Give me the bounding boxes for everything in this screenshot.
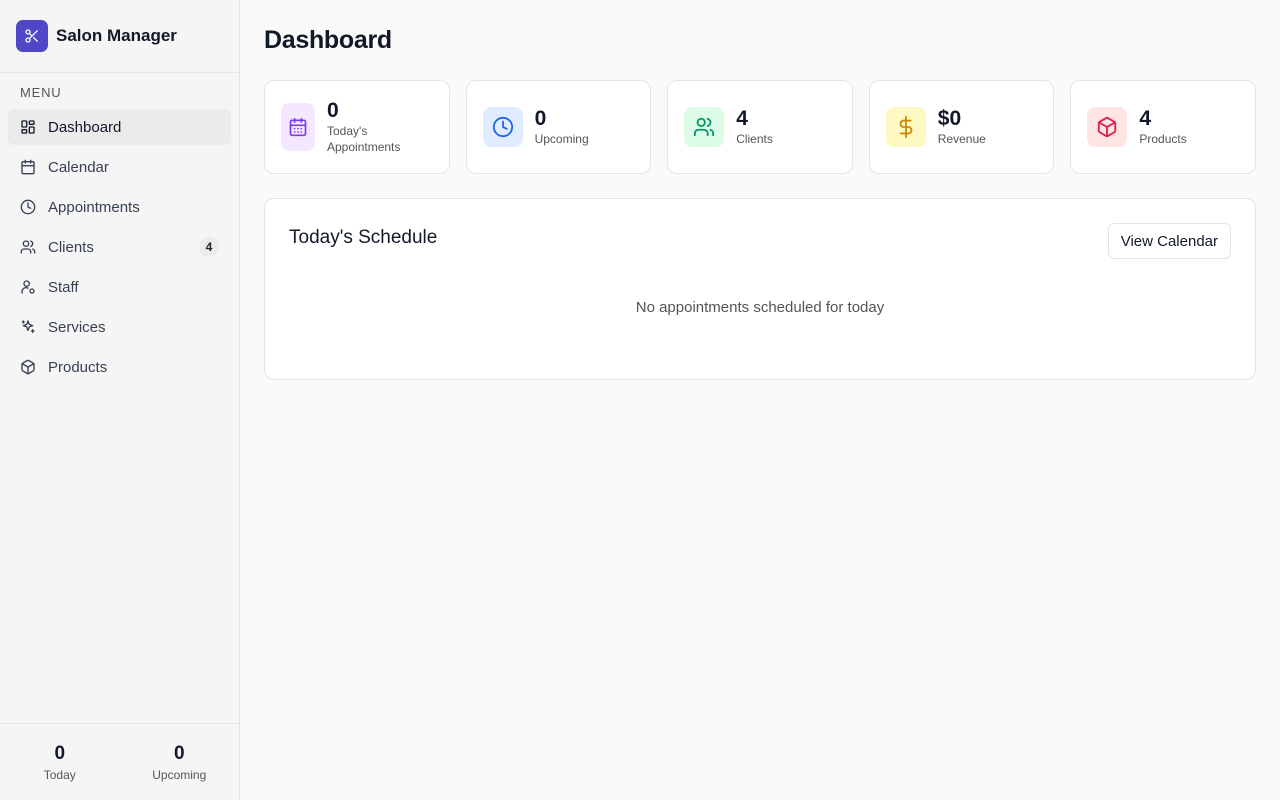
sidebar-item-label: Staff: [48, 278, 79, 296]
sidebar-item-label: Services: [48, 318, 106, 336]
clients-count-badge: 4: [199, 237, 219, 257]
sidebar-footer-stats: 0 Today 0 Upcoming: [0, 723, 239, 800]
sidebar-item-label: Calendar: [48, 158, 109, 176]
sidebar-item-appointments[interactable]: Appointments: [8, 189, 231, 225]
brand[interactable]: Salon Manager: [0, 0, 239, 73]
page-title: Dashboard: [264, 26, 392, 54]
dollar-icon: [885, 107, 926, 147]
app-name: Salon Manager: [56, 26, 177, 45]
stats-row: 0 Today's Appointments 0 Upcoming 4 Clie…: [264, 80, 1256, 174]
stat-card-products: 4 Products: [1070, 80, 1256, 174]
staff-icon: [20, 279, 36, 295]
stat-label: Clients: [736, 132, 773, 146]
users-icon: [684, 107, 725, 147]
sidebar-item-products[interactable]: Products: [8, 349, 231, 385]
sidebar-item-label: Dashboard: [48, 118, 122, 136]
todays-schedule-card: Today's Schedule View Calendar No appoin…: [264, 198, 1256, 380]
sidebar-item-calendar[interactable]: Calendar: [8, 149, 231, 185]
sparkles-icon: [20, 319, 36, 335]
sidebar-item-staff[interactable]: Staff: [8, 269, 231, 305]
view-calendar-button[interactable]: View Calendar: [1107, 223, 1231, 259]
calendar-icon: [20, 159, 36, 175]
stat-value: 4: [1139, 107, 1152, 130]
sidebar-item-dashboard[interactable]: Dashboard: [8, 109, 231, 145]
stat-card-upcoming: 0 Upcoming: [465, 80, 652, 174]
stat-value: 0: [327, 99, 339, 122]
menu-label: MENU: [20, 85, 62, 100]
clock-icon: [20, 199, 36, 215]
stat-card-today-appointments: 0 Today's Appointments: [264, 80, 450, 174]
stat-value: $0: [937, 107, 962, 130]
stat-value: 0: [534, 107, 547, 130]
schedule-title: Today's Schedule: [289, 227, 438, 248]
package-icon: [1087, 107, 1128, 147]
sidebar-item-services[interactable]: Services: [8, 309, 231, 345]
scissors-icon: [16, 20, 48, 52]
sidebar-item-label: Clients: [48, 238, 94, 256]
clock-icon: [482, 107, 523, 147]
footer-today-label: Today: [43, 768, 76, 782]
sidebar-nav: Dashboard Calendar Appointments Clients …: [0, 109, 239, 385]
sidebar: Salon Manager MENU Dashboard Calendar Ap…: [0, 0, 240, 800]
dashboard-icon: [20, 119, 36, 135]
footer-stat-upcoming: 0 Upcoming: [120, 742, 240, 782]
footer-stat-today: 0 Today: [0, 742, 120, 782]
users-icon: [20, 239, 36, 255]
stat-card-clients: 4 Clients: [667, 80, 853, 174]
sidebar-item-label: Appointments: [48, 198, 140, 216]
empty-schedule-message: No appointments scheduled for today: [635, 299, 885, 316]
stat-label: Today's Appointments: [327, 124, 401, 154]
stat-value: 4: [736, 107, 748, 130]
main-content: Dashboard 0 Today's Appointments 0 Upcom…: [240, 0, 1280, 800]
stat-label: Upcoming: [534, 132, 589, 146]
sidebar-item-label: Products: [48, 358, 108, 376]
footer-today-value: 0: [54, 743, 66, 764]
stat-label: Revenue: [937, 132, 986, 146]
package-icon: [20, 359, 36, 375]
footer-upcoming-value: 0: [173, 743, 185, 764]
stat-label: Products: [1139, 132, 1187, 146]
stat-card-revenue: $0 Revenue: [868, 80, 1055, 174]
sidebar-item-clients[interactable]: Clients 4: [8, 229, 231, 265]
calendar-icon: [281, 103, 315, 151]
footer-upcoming-label: Upcoming: [152, 768, 207, 782]
